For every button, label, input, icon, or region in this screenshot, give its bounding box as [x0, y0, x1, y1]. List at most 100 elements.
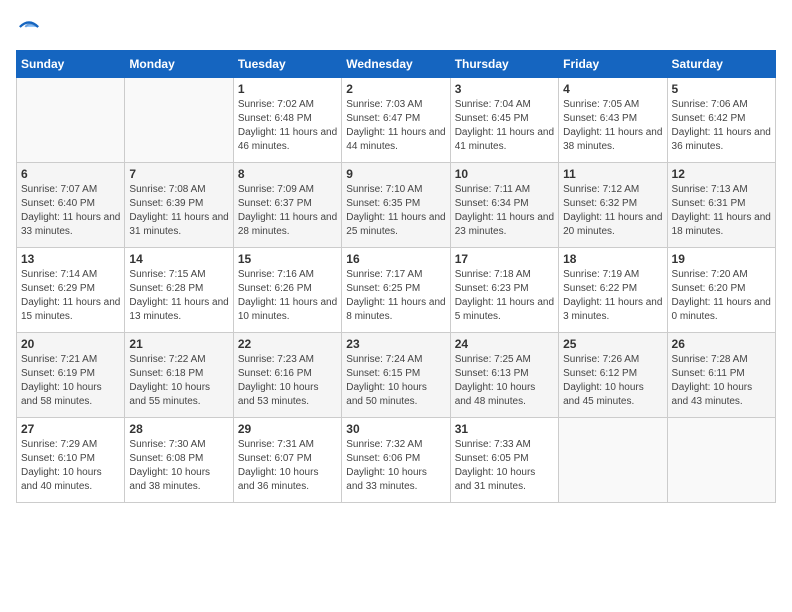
calendar-header: SundayMondayTuesdayWednesdayThursdayFrid…	[17, 51, 776, 78]
calendar-cell	[17, 78, 125, 163]
day-info: Sunrise: 7:11 AMSunset: 6:34 PMDaylight:…	[455, 183, 554, 239]
calendar-cell: 28 Sunrise: 7:30 AMSunset: 6:08 PMDayligh…	[125, 418, 233, 503]
weekday-header-saturday: Saturday	[667, 51, 775, 78]
day-info: Sunrise: 7:23 AMSunset: 6:16 PMDaylight:…	[238, 353, 337, 409]
day-info: Sunrise: 7:26 AMSunset: 6:12 PMDaylight:…	[563, 353, 662, 409]
day-number: 19	[672, 252, 771, 266]
calendar-cell: 3Sunrise: 7:04 AMSunset: 6:45 PMDaylight…	[450, 78, 558, 163]
day-number: 23	[346, 337, 445, 351]
day-number: 13	[21, 252, 120, 266]
day-info: Sunrise: 7:13 AMSunset: 6:31 PMDaylight:…	[672, 183, 771, 239]
day-number: 25	[563, 337, 662, 351]
day-info: Sunrise: 7:09 AMSunset: 6:37 PMDaylight:…	[238, 183, 337, 239]
day-info: Sunrise: 7:12 AMSunset: 6:32 PMDaylight:…	[563, 183, 662, 239]
day-number: 11	[563, 167, 662, 181]
day-number: 10	[455, 167, 554, 181]
calendar-week-row: 27Sunrise: 7:29 AMSunset: 6:10 PMDayligh…	[17, 418, 776, 503]
day-info: Sunrise: 7:22 AMSunset: 6:18 PMDaylight:…	[129, 353, 228, 409]
day-info: Sunrise: 7:20 AMSunset: 6:20 PMDaylight:…	[672, 268, 771, 324]
calendar-cell: 11 Sunrise: 7:12 AMSunset: 6:32 PMDayligh…	[559, 163, 667, 248]
day-number: 7	[129, 167, 228, 181]
weekday-header-tuesday: Tuesday	[233, 51, 341, 78]
calendar-cell: 25 Sunrise: 7:26 AMSunset: 6:12 PMDayligh…	[559, 333, 667, 418]
calendar-cell: 14 Sunrise: 7:15 AMSunset: 6:28 PMDayligh…	[125, 248, 233, 333]
calendar-cell: 18 Sunrise: 7:19 AMSunset: 6:22 PMDayligh…	[559, 248, 667, 333]
calendar-cell: 13Sunrise: 7:14 AMSunset: 6:29 PMDayligh…	[17, 248, 125, 333]
calendar-cell: 7 Sunrise: 7:08 AMSunset: 6:39 PMDaylight…	[125, 163, 233, 248]
day-number: 26	[672, 337, 771, 351]
day-number: 4	[563, 82, 662, 96]
day-number: 29	[238, 422, 337, 436]
day-number: 2	[346, 82, 445, 96]
day-info: Sunrise: 7:30 AMSunset: 6:08 PMDaylight:…	[129, 438, 228, 494]
calendar-cell	[667, 418, 775, 503]
weekday-header-thursday: Thursday	[450, 51, 558, 78]
calendar-cell: 16Sunrise: 7:17 AMSunset: 6:25 PMDayligh…	[342, 248, 450, 333]
calendar-cell	[125, 78, 233, 163]
calendar-cell: 9 Sunrise: 7:10 AMSunset: 6:35 PMDaylight…	[342, 163, 450, 248]
day-number: 20	[21, 337, 120, 351]
calendar-body: 1 Sunrise: 7:02 AMSunset: 6:48 PMDaylight…	[17, 78, 776, 503]
day-info: Sunrise: 7:07 AMSunset: 6:40 PMDaylight:…	[21, 183, 120, 239]
day-info: Sunrise: 7:29 AMSunset: 6:10 PMDaylight:…	[21, 438, 120, 494]
weekday-header-wednesday: Wednesday	[342, 51, 450, 78]
page-header	[16, 16, 776, 38]
logo-icon	[18, 16, 40, 38]
day-info: Sunrise: 7:19 AMSunset: 6:22 PMDaylight:…	[563, 268, 662, 324]
day-info: Sunrise: 7:03 AMSunset: 6:47 PMDaylight:…	[346, 98, 445, 154]
day-info: Sunrise: 7:06 AMSunset: 6:42 PMDaylight:…	[672, 98, 771, 154]
weekday-header-friday: Friday	[559, 51, 667, 78]
day-info: Sunrise: 7:05 AMSunset: 6:43 PMDaylight:…	[563, 98, 662, 154]
calendar-cell: 8 Sunrise: 7:09 AMSunset: 6:37 PMDaylight…	[233, 163, 341, 248]
day-number: 9	[346, 167, 445, 181]
calendar-cell: 6 Sunrise: 7:07 AMSunset: 6:40 PMDaylight…	[17, 163, 125, 248]
day-number: 28	[129, 422, 228, 436]
day-number: 8	[238, 167, 337, 181]
calendar-cell: 1 Sunrise: 7:02 AMSunset: 6:48 PMDaylight…	[233, 78, 341, 163]
day-info: Sunrise: 7:33 AMSunset: 6:05 PMDaylight:…	[455, 438, 554, 494]
day-info: Sunrise: 7:08 AMSunset: 6:39 PMDaylight:…	[129, 183, 228, 239]
day-info: Sunrise: 7:16 AMSunset: 6:26 PMDaylight:…	[238, 268, 337, 324]
day-info: Sunrise: 7:28 AMSunset: 6:11 PMDaylight:…	[672, 353, 771, 409]
day-number: 30	[346, 422, 445, 436]
day-info: Sunrise: 7:32 AMSunset: 6:06 PMDaylight:…	[346, 438, 445, 494]
day-info: Sunrise: 7:02 AMSunset: 6:48 PMDaylight:…	[238, 98, 337, 154]
day-info: Sunrise: 7:15 AMSunset: 6:28 PMDaylight:…	[129, 268, 228, 324]
calendar-cell: 19 Sunrise: 7:20 AMSunset: 6:20 PMDayligh…	[667, 248, 775, 333]
calendar-cell: 22 Sunrise: 7:23 AMSunset: 6:16 PMDayligh…	[233, 333, 341, 418]
day-number: 14	[129, 252, 228, 266]
day-number: 5	[672, 82, 771, 96]
calendar-cell: 20Sunrise: 7:21 AMSunset: 6:19 PMDayligh…	[17, 333, 125, 418]
day-number: 18	[563, 252, 662, 266]
day-number: 6	[21, 167, 120, 181]
calendar-cell: 2 Sunrise: 7:03 AMSunset: 6:47 PMDaylight…	[342, 78, 450, 163]
calendar-cell: 10 Sunrise: 7:11 AMSunset: 6:34 PMDayligh…	[450, 163, 558, 248]
day-number: 16	[346, 252, 445, 266]
day-info: Sunrise: 7:24 AMSunset: 6:15 PMDaylight:…	[346, 353, 445, 409]
weekday-header-sunday: Sunday	[17, 51, 125, 78]
calendar-cell: 12Sunrise: 7:13 AMSunset: 6:31 PMDayligh…	[667, 163, 775, 248]
calendar-cell: 27Sunrise: 7:29 AMSunset: 6:10 PMDayligh…	[17, 418, 125, 503]
day-info: Sunrise: 7:10 AMSunset: 6:35 PMDaylight:…	[346, 183, 445, 239]
calendar-cell: 4 Sunrise: 7:05 AMSunset: 6:43 PMDaylight…	[559, 78, 667, 163]
day-number: 22	[238, 337, 337, 351]
calendar-cell	[559, 418, 667, 503]
day-number: 31	[455, 422, 554, 436]
day-number: 1	[238, 82, 337, 96]
day-info: Sunrise: 7:18 AMSunset: 6:23 PMDaylight:…	[455, 268, 554, 324]
calendar-week-row: 1 Sunrise: 7:02 AMSunset: 6:48 PMDaylight…	[17, 78, 776, 163]
calendar-cell: 21 Sunrise: 7:22 AMSunset: 6:18 PMDayligh…	[125, 333, 233, 418]
calendar-cell: 29 Sunrise: 7:31 AMSunset: 6:07 PMDayligh…	[233, 418, 341, 503]
calendar-table: SundayMondayTuesdayWednesdayThursdayFrid…	[16, 50, 776, 503]
day-info: Sunrise: 7:31 AMSunset: 6:07 PMDaylight:…	[238, 438, 337, 494]
calendar-cell: 23 Sunrise: 7:24 AMSunset: 6:15 PMDayligh…	[342, 333, 450, 418]
day-number: 15	[238, 252, 337, 266]
day-number: 21	[129, 337, 228, 351]
day-number: 24	[455, 337, 554, 351]
day-info: Sunrise: 7:04 AMSunset: 6:45 PMDaylight:…	[455, 98, 554, 154]
day-info: Sunrise: 7:25 AMSunset: 6:13 PMDaylight:…	[455, 353, 554, 409]
day-number: 17	[455, 252, 554, 266]
calendar-week-row: 6 Sunrise: 7:07 AMSunset: 6:40 PMDaylight…	[17, 163, 776, 248]
calendar-cell: 31 Sunrise: 7:33 AMSunset: 6:05 PMDayligh…	[450, 418, 558, 503]
calendar-cell: 26 Sunrise: 7:28 AMSunset: 6:11 PMDayligh…	[667, 333, 775, 418]
